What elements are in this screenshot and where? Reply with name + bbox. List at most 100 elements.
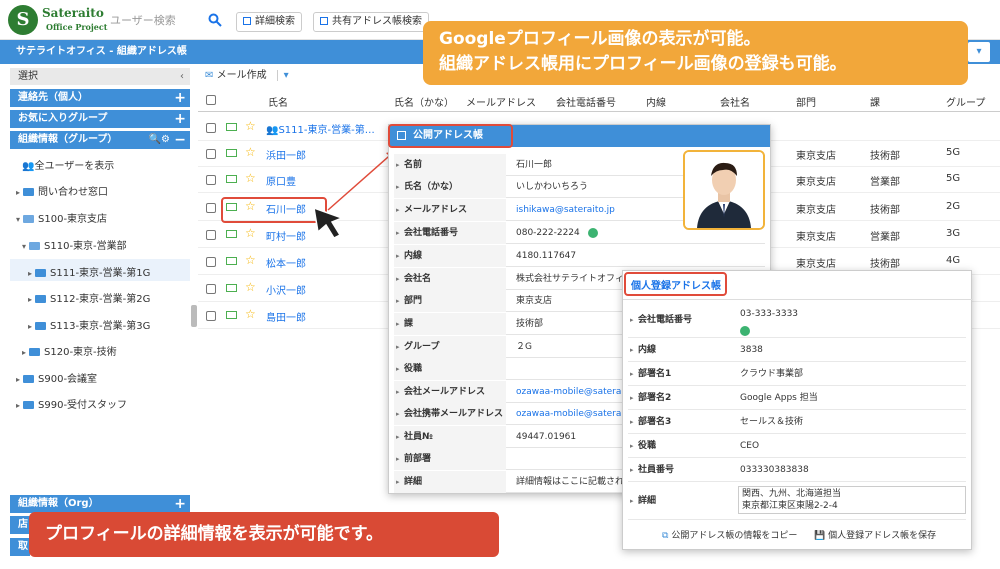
person-name-link[interactable]: 小沢一郎 [266, 282, 306, 297]
sidebar-section-favorites[interactable]: お気に入りグループ + [10, 110, 190, 128]
mail-icon[interactable] [226, 175, 237, 183]
select-all-checkbox[interactable] [206, 95, 216, 105]
row-checkbox[interactable] [206, 149, 216, 159]
tree-item[interactable]: ▸ S111-東京-営業-第1G [28, 264, 150, 279]
chevron-icon[interactable]: ▸ [28, 295, 32, 304]
field-value: セールス＆技術 [740, 417, 804, 427]
tree-item[interactable]: ▾ S100-東京支店 [16, 210, 107, 225]
star-icon[interactable]: ☆ [245, 145, 256, 159]
tree-item[interactable]: ▾ S110-東京-営業部 [22, 237, 127, 252]
mail-icon[interactable] [226, 284, 237, 292]
chevron-icon[interactable]: ▸ [16, 375, 20, 384]
person-name-link[interactable]: 松本一郎 [266, 255, 306, 270]
tree-item[interactable]: ▸ 問い合わせ窓口 [16, 183, 108, 198]
row-checkbox[interactable] [206, 257, 216, 267]
mail-compose-button[interactable]: ✉ メール作成 ▾ [205, 66, 295, 81]
row-checkbox[interactable] [206, 230, 216, 240]
save-personal-button[interactable]: 💾 個人登録アドレス帳を保存 [814, 528, 936, 544]
splitter-handle[interactable] [191, 305, 197, 327]
mail-icon[interactable] [226, 257, 237, 265]
field-value: いしかわいちろう [516, 182, 589, 192]
phone-icon[interactable] [588, 228, 598, 238]
sidebar-section-contacts[interactable]: 連絡先（個人） + [10, 89, 190, 107]
chevron-left-icon[interactable]: ‹ [180, 68, 184, 85]
mail-icon[interactable] [226, 230, 237, 238]
person-name-link[interactable]: 原口豊 [266, 173, 296, 188]
star-icon[interactable]: ☆ [245, 253, 256, 267]
chevron-icon[interactable]: ▸ [16, 401, 20, 410]
star-icon[interactable]: ☆ [245, 171, 256, 185]
all-users-link[interactable]: 👥全ユーザーを表示 [22, 157, 114, 172]
sidebar-section-org2[interactable]: 組織情報（Org） + [10, 495, 190, 513]
column-header[interactable]: 内線 [646, 94, 666, 109]
dept-cell: 東京支店 [796, 151, 836, 162]
chevron-icon[interactable]: ▸ [22, 348, 26, 357]
tree-item[interactable]: ▸ S900-会議室 [16, 370, 97, 385]
star-icon[interactable]: ☆ [245, 226, 256, 240]
users-icon: 👥 [266, 125, 279, 136]
chevron-down-icon[interactable]: ▾ [968, 42, 990, 62]
shared-search-button[interactable]: 共有アドレス帳検索 [313, 12, 429, 32]
field-label: 氏名（かな） [394, 176, 506, 198]
star-icon[interactable]: ☆ [245, 119, 256, 133]
star-icon[interactable]: ☆ [245, 307, 256, 321]
tree-item[interactable]: ▸ S112-東京-営業-第2G [28, 290, 150, 305]
column-header[interactable]: 課 [870, 94, 880, 109]
logo-subtitle: Office Project [46, 22, 108, 32]
mail-icon[interactable] [226, 311, 237, 319]
search-icon[interactable] [208, 13, 222, 27]
phone-icon[interactable] [740, 326, 750, 336]
copy-public-info-button[interactable]: ⧉ 公開アドレス帳の情報をコピー [662, 528, 797, 544]
minus-icon[interactable]: − [174, 131, 186, 149]
person-name-link[interactable]: 島田一郎 [266, 309, 306, 324]
sidebar-section-collapsed[interactable]: 取 [10, 538, 30, 556]
column-header[interactable]: 氏名 [268, 94, 288, 109]
column-header[interactable]: メールアドレス [466, 94, 536, 109]
logo-name: Sateraito [42, 6, 104, 20]
save-button-label: 個人登録アドレス帳を保存 [828, 531, 937, 541]
row-checkbox[interactable] [206, 311, 216, 321]
chevron-icon[interactable]: ▸ [28, 322, 32, 331]
star-icon[interactable]: ☆ [245, 280, 256, 294]
dept-cell: 東京支店 [796, 232, 836, 243]
chevron-icon[interactable]: ▸ [28, 269, 32, 278]
tree-item[interactable]: ▸ S113-東京-営業-第3G [28, 317, 150, 332]
sidebar-select-header[interactable]: 選択 ‹ [10, 68, 190, 85]
column-header[interactable]: 氏名（かな） [394, 94, 454, 109]
row-checkbox[interactable] [206, 203, 216, 213]
profile-photo [683, 150, 765, 230]
chevron-icon[interactable]: ▾ [16, 215, 20, 224]
user-search-input[interactable]: ユーザー検索 [110, 12, 176, 28]
search-settings-icon[interactable]: 🔍⚙ [149, 131, 170, 149]
tree-item[interactable]: ▸ S990-受付スタッフ [16, 396, 127, 411]
sidebar-section-collapsed[interactable]: 店 [10, 516, 30, 534]
group-cell: 4G [946, 255, 961, 266]
chevron-down-icon[interactable]: ▾ [276, 70, 295, 81]
chevron-icon[interactable]: ▸ [16, 188, 20, 197]
select-label: 選択 [18, 71, 38, 82]
mail-icon[interactable] [226, 123, 237, 131]
field-label: 内線 [628, 338, 726, 362]
callout-detail-info: プロフィールの詳細情報を表示が可能です。 [29, 512, 499, 557]
row-checkbox[interactable] [206, 284, 216, 294]
tree-item[interactable]: ▸ S120-東京-技術 [22, 343, 117, 358]
field-row: 部署名3 セールス＆技術 [628, 410, 966, 434]
column-header[interactable]: グループ [946, 94, 985, 109]
chevron-icon[interactable]: ▾ [22, 242, 26, 251]
sidebar-section-org[interactable]: 組織情報（グループ） 🔍⚙ − [10, 131, 190, 149]
column-header[interactable]: 会社名 [720, 94, 750, 109]
tree-item-label: S900-会議室 [38, 374, 98, 385]
detail-textarea[interactable]: 関西、九州、北海道担当 東京都江東区東陽2-2-4 [738, 486, 966, 514]
row-checkbox[interactable] [206, 175, 216, 185]
detail-search-button[interactable]: 詳細検索 [236, 12, 302, 32]
mail-icon[interactable] [226, 149, 237, 157]
column-header[interactable]: 会社電話番号 [556, 94, 616, 109]
plus-icon[interactable]: + [174, 110, 186, 128]
column-header[interactable]: 部門 [796, 94, 816, 109]
logo-icon: S [8, 5, 38, 35]
plus-icon[interactable]: + [174, 89, 186, 107]
email-link[interactable]: ishikawa@sateraito.jp [516, 199, 656, 221]
group-name-link[interactable]: 👥S111-東京-営業-第… [266, 121, 375, 136]
row-checkbox[interactable] [206, 123, 216, 133]
plus-icon[interactable]: + [174, 495, 186, 513]
